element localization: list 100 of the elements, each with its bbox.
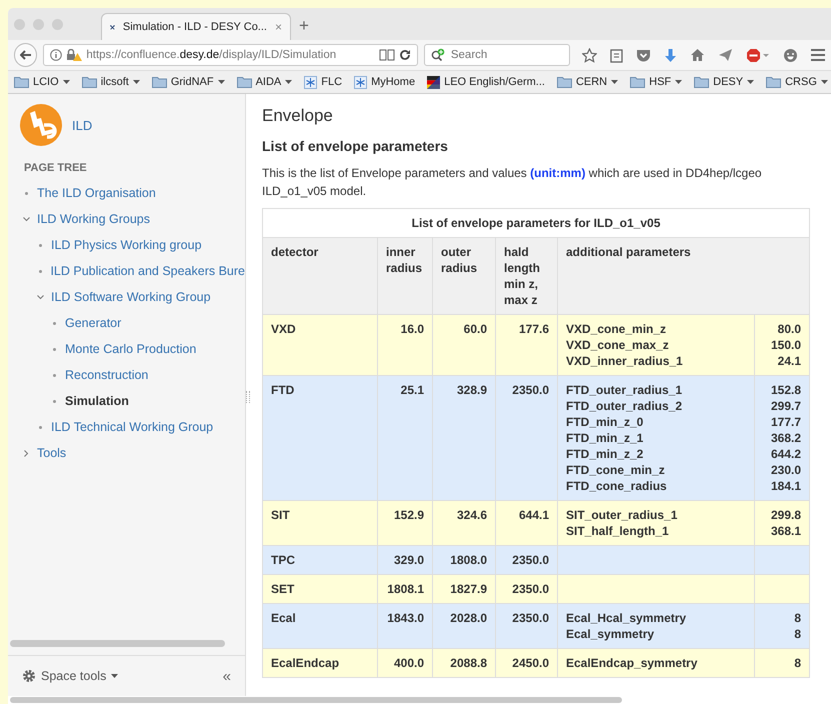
table-cell: 400.0 <box>378 648 432 678</box>
tree-item[interactable]: Monte Carlo Production <box>65 342 196 356</box>
bullet-icon <box>53 374 56 376</box>
table-cell: 1843.0 <box>378 604 432 648</box>
bookmark-star-icon[interactable] <box>582 48 597 62</box>
parameter-value: 184.1 <box>770 478 801 494</box>
tree-item[interactable]: The ILD Organisation <box>37 186 156 200</box>
expanded-chevron-icon[interactable] <box>37 294 44 300</box>
parameter-name: FTD_outer_radius_1 <box>566 382 684 398</box>
tree-item[interactable]: Simulation <box>65 394 129 408</box>
expanded-chevron-icon[interactable] <box>23 216 30 222</box>
scrollbar[interactable] <box>10 697 622 703</box>
parameter-value: 177.7 <box>770 414 801 430</box>
folder-icon <box>152 76 167 88</box>
parameter-name: Ecal_symmetry <box>566 626 656 642</box>
parameter-value: 299.8 <box>770 507 801 523</box>
tree-item[interactable]: ILD Software Working Group <box>51 290 211 304</box>
pocket-icon[interactable] <box>636 48 651 62</box>
parameter-value: 368.2 <box>770 430 801 446</box>
bullet-icon <box>53 348 56 350</box>
bookmark-item[interactable]: LCIO <box>14 76 70 88</box>
lock-warning-icon[interactable] <box>66 49 82 61</box>
tree-item[interactable]: ILD Publication and Speakers Bure <box>50 264 245 278</box>
parameter-name: VXD_cone_max_z <box>566 337 670 353</box>
parameter-name: Ecal_Hcal_symmetry <box>566 610 688 626</box>
bookmark-item[interactable]: FLC <box>304 76 342 88</box>
snowflake-icon <box>304 76 318 88</box>
bullet-icon <box>53 400 56 402</box>
tree-item[interactable]: Tools <box>37 446 66 460</box>
reader-view-icon[interactable] <box>378 49 395 61</box>
browser-tab[interactable]: Simulation - ILD - DESY Co... × <box>101 13 291 40</box>
table-cell: FTD <box>262 376 378 500</box>
parameter-name: VXD_cone_min_z <box>566 321 668 337</box>
tree-item[interactable]: ILD Physics Working group <box>51 238 202 252</box>
address-bar[interactable]: https://confluence.desy.de/display/ILD/Simulation <box>43 44 418 66</box>
folder-icon <box>236 76 252 88</box>
bookmark-item[interactable]: CRSG <box>766 76 828 88</box>
send-icon[interactable] <box>718 48 733 62</box>
bookmark-item[interactable]: GridNAF <box>152 76 225 88</box>
tree-item[interactable]: ILD Technical Working Group <box>51 420 214 434</box>
parameter-value: 24.1 <box>776 353 801 369</box>
parameter-value: 152.8 <box>770 382 801 398</box>
collapsed-chevron-icon[interactable] <box>24 450 29 456</box>
parameter-value: 8 <box>793 610 801 626</box>
space-name[interactable]: ILD <box>72 118 92 132</box>
resize-handle[interactable] <box>246 391 250 403</box>
table-cell: 2350.0 <box>496 604 558 648</box>
table-caption: List of envelope parameters for ILD_o1_v05 <box>262 208 810 238</box>
search-input[interactable]: Search <box>448 48 563 62</box>
column-header: outer radius <box>432 238 496 314</box>
download-icon[interactable] <box>664 48 677 62</box>
snowflake-icon <box>354 76 368 88</box>
parameter-name: EcalEndcap_symmetry <box>566 655 698 671</box>
folder-icon <box>556 76 572 88</box>
bookmark-item[interactable]: DESY <box>694 76 754 88</box>
table-cell: EcalEndcap <box>262 648 378 678</box>
tree-item[interactable]: Reconstruction <box>65 368 148 382</box>
parameter-value: 150.0 <box>770 337 801 353</box>
smiley-icon[interactable] <box>783 48 798 62</box>
table-cell: SET <box>262 574 378 604</box>
tree-item[interactable]: ILD Working Groups <box>37 212 150 226</box>
bookmark-item[interactable]: ilcsoft <box>82 76 140 88</box>
table-cell: 2350.0 <box>496 376 558 500</box>
folder-icon <box>766 76 782 88</box>
bullet-icon <box>25 192 28 194</box>
search-field[interactable]: Search <box>424 44 570 66</box>
bookmark-item[interactable]: LEO English/Germ... <box>427 76 545 88</box>
new-tab-button[interactable]: + <box>299 12 309 36</box>
bookmark-item[interactable]: MyHome <box>354 76 416 88</box>
table-cell: 177.6 <box>496 314 558 376</box>
bookmark-item[interactable]: AIDA <box>236 76 292 88</box>
bullet-icon <box>53 322 56 324</box>
space-tools-button[interactable]: Space tools <box>22 669 118 683</box>
tree-item[interactable]: Generator <box>65 316 122 330</box>
caret-icon <box>62 80 70 84</box>
table-cell: 152.9 <box>378 500 432 546</box>
back-button[interactable] <box>14 43 38 67</box>
parameter-value: 230.0 <box>770 462 801 478</box>
bookmark-item[interactable]: HSF <box>630 76 682 88</box>
parameter-value: 8 <box>793 655 801 671</box>
bookmark-item[interactable]: CERN <box>556 76 618 88</box>
parameter-value: 644.2 <box>770 446 801 462</box>
adblock-icon[interactable] <box>746 48 770 62</box>
info-icon[interactable] <box>50 49 62 61</box>
table-cell: Ecal <box>262 604 378 648</box>
table-cell: SIT <box>262 500 378 546</box>
search-icon <box>430 48 445 62</box>
reload-icon[interactable] <box>398 49 411 61</box>
table-cell: 328.9 <box>432 376 496 500</box>
space-logo[interactable] <box>20 104 62 146</box>
scrollbar[interactable] <box>10 640 225 647</box>
parameter-name: FTD_cone_min_z <box>566 462 666 478</box>
home-icon[interactable] <box>690 48 705 62</box>
section-title: PAGE TREE <box>24 162 88 174</box>
parameter-name: VXD_inner_radius_1 <box>566 353 684 369</box>
column-header: inner radius <box>378 238 432 314</box>
collapse-sidebar-button[interactable]: « <box>222 668 231 684</box>
clipboard-icon[interactable] <box>610 48 623 62</box>
menu-icon[interactable] <box>811 49 825 61</box>
parameter-value: 368.1 <box>770 523 801 539</box>
